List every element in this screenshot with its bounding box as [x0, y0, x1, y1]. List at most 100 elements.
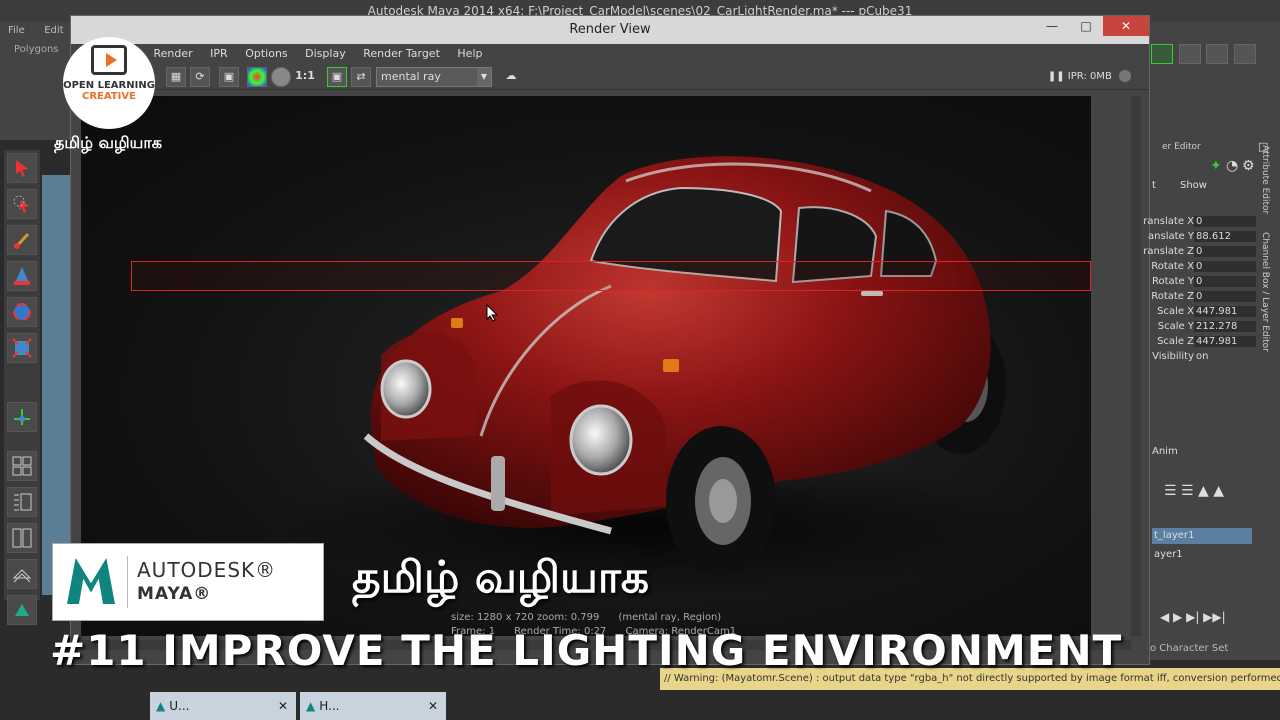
menu-file[interactable]: File	[0, 22, 33, 40]
tab-show[interactable]: Show	[1180, 180, 1207, 191]
key-icon[interactable]: ✦	[1210, 158, 1222, 174]
attr-translate-x[interactable]: ranslate X0	[1143, 216, 1256, 231]
playback-controls[interactable]: ◀ ▶ ▶| ▶▶|	[1160, 610, 1226, 624]
rotate-tool-icon[interactable]	[7, 297, 37, 327]
attr-value[interactable]: 447.981	[1194, 336, 1256, 347]
attr-value[interactable]: 0	[1194, 276, 1256, 287]
menu-options[interactable]: Options	[238, 44, 294, 64]
attr-value[interactable]: 0	[1194, 246, 1256, 257]
tab-channel-box[interactable]: Channel Box / Layer Editor	[1260, 232, 1270, 352]
render-view-title-bar[interactable]: Render View — □ ✕	[71, 16, 1149, 44]
paint-select-icon[interactable]	[7, 225, 37, 255]
render-view-menu-bar: Render IPR Options Display Render Target…	[71, 44, 1149, 64]
attr-value[interactable]: 447.981	[1194, 306, 1256, 317]
chevron-down-icon: ▼	[477, 68, 491, 86]
attr-rotate-y[interactable]: Rotate Y0	[1150, 276, 1256, 291]
layer-item[interactable]: t_layer1	[1152, 528, 1252, 544]
manipulator-tool-icon[interactable]	[7, 402, 37, 432]
badge-divider	[127, 556, 128, 608]
badge-autodesk-text: AUTODESK®	[137, 558, 277, 582]
lasso-tool-icon[interactable]	[7, 189, 37, 219]
attr-visibility[interactable]: Visibility on	[1150, 351, 1256, 366]
ipr-indicator-icon	[1119, 70, 1131, 82]
real-size-button[interactable]: 1:1	[295, 67, 315, 87]
render-settings-icon[interactable]: ☁	[501, 67, 521, 87]
select-tool-icon[interactable]	[7, 153, 37, 183]
layer-item[interactable]: ayer1	[1152, 547, 1252, 563]
render-size-zoom: size: 1280 x 720 zoom: 0.799	[451, 612, 600, 623]
snap-toggle-icon[interactable]	[1151, 44, 1173, 64]
pause-icon[interactable]: ❚❚	[1048, 71, 1065, 82]
menu-render-target[interactable]: Render Target	[356, 44, 447, 64]
window-controls: — □ ✕	[1035, 16, 1149, 38]
viewport-edge[interactable]	[42, 175, 72, 595]
redo-render-icon[interactable]: ⟳	[190, 67, 210, 87]
window-taskbar: ▲ U... ✕ ▲ H... ✕	[150, 692, 450, 720]
attr-value[interactable]: 0	[1194, 261, 1256, 272]
panel-toggle-icon[interactable]	[1233, 44, 1256, 64]
render-region-marquee[interactable]	[131, 261, 1091, 291]
taskbar-item[interactable]: ▲ U... ✕	[150, 692, 296, 720]
keep-image-icon[interactable]: ▣	[327, 67, 347, 87]
display-icon[interactable]: ◔	[1226, 158, 1238, 174]
tab-anim[interactable]: Anim	[1152, 446, 1178, 457]
maya-logo-icon	[67, 558, 115, 604]
snapshot-icon[interactable]: ▣	[219, 67, 239, 87]
tab-edit[interactable]: t	[1152, 180, 1156, 191]
render-region-icon[interactable]: ▦	[166, 67, 186, 87]
attr-label: Rotate Z	[1151, 291, 1194, 302]
menu-display[interactable]: Display	[298, 44, 353, 64]
attr-rotate-z[interactable]: Rotate Z0	[1150, 291, 1256, 306]
attr-scale-x[interactable]: Scale X 447.981	[1150, 306, 1256, 321]
scale-tool-icon[interactable]	[7, 333, 37, 363]
attr-value[interactable]: 88.612	[1194, 231, 1256, 242]
mode-select[interactable]: Polygons	[14, 44, 59, 55]
close-icon[interactable]: ✕	[278, 699, 288, 713]
close-icon[interactable]: ✕	[428, 699, 438, 713]
menu-help[interactable]: Help	[450, 44, 489, 64]
alpha-channel-icon[interactable]	[271, 67, 291, 87]
attr-value[interactable]: 0	[1194, 216, 1256, 227]
taskbar-item[interactable]: ▲ H... ✕	[300, 692, 446, 720]
layout-graph-icon[interactable]	[7, 523, 37, 553]
gear-icon[interactable]: ⚙	[1242, 158, 1255, 174]
render-view-toolbar: ▦ ⟳ ▣ 1:1 ▣ ⇄ mental ray ▼ ☁ ❚❚ IPR: 0MB	[71, 64, 1149, 90]
attr-scale-z[interactable]: Scale Z 447.981	[1150, 336, 1256, 351]
maximize-icon[interactable]: □	[1069, 16, 1103, 36]
attr-rotate-x[interactable]: Rotate X0	[1150, 261, 1256, 276]
attr-value[interactable]: 0	[1194, 291, 1256, 302]
attr-label: ranslate Z	[1143, 246, 1194, 257]
renderer-value: mental ray	[381, 70, 441, 83]
close-icon[interactable]: ✕	[1103, 16, 1149, 36]
status-line-icons	[1150, 40, 1280, 70]
layout-four-view-icon[interactable]	[7, 451, 37, 481]
layout-hypershade-icon[interactable]	[7, 559, 37, 589]
attr-scale-y[interactable]: Scale Y 212.278	[1150, 321, 1256, 336]
attr-translate-y[interactable]: anslate Y 88.612	[1148, 231, 1256, 246]
attr-value[interactable]: on	[1194, 351, 1256, 362]
character-set-field[interactable]: o Character Set	[1150, 643, 1280, 659]
taskbar-label: H...	[319, 699, 340, 713]
attr-translate-z[interactable]: ranslate Z0	[1143, 246, 1256, 261]
rgb-channels-icon[interactable]	[247, 67, 267, 87]
layout-custom-icon[interactable]	[7, 595, 37, 625]
tab-attribute-editor[interactable]: Attribute Editor	[1260, 145, 1270, 214]
mouse-cursor-icon	[486, 303, 499, 325]
layer-tool-icons[interactable]: ☰ ☰ ▲ ▲	[1164, 483, 1224, 499]
toolbox-spacer-2	[4, 438, 40, 448]
menu-render[interactable]: Render	[147, 44, 200, 64]
attr-label: Scale Y	[1157, 321, 1194, 332]
attr-value[interactable]: 212.278	[1194, 321, 1256, 332]
layer-name: t_layer1	[1154, 530, 1195, 541]
attribute-editor-header: er Editor	[1162, 142, 1201, 152]
remove-image-icon[interactable]: ⇄	[351, 67, 371, 87]
panel-layout-icon[interactable]	[1206, 44, 1228, 64]
layout-outliner-icon[interactable]	[7, 487, 37, 517]
renderer-dropdown[interactable]: mental ray ▼	[376, 67, 492, 87]
vertical-scrollbar[interactable]	[1131, 96, 1141, 636]
menu-ipr[interactable]: IPR	[203, 44, 235, 64]
render-settings-icon[interactable]	[1178, 44, 1201, 64]
minimize-icon[interactable]: —	[1035, 16, 1069, 36]
menu-edit[interactable]: Edit	[36, 22, 71, 40]
move-tool-icon[interactable]	[7, 261, 37, 291]
